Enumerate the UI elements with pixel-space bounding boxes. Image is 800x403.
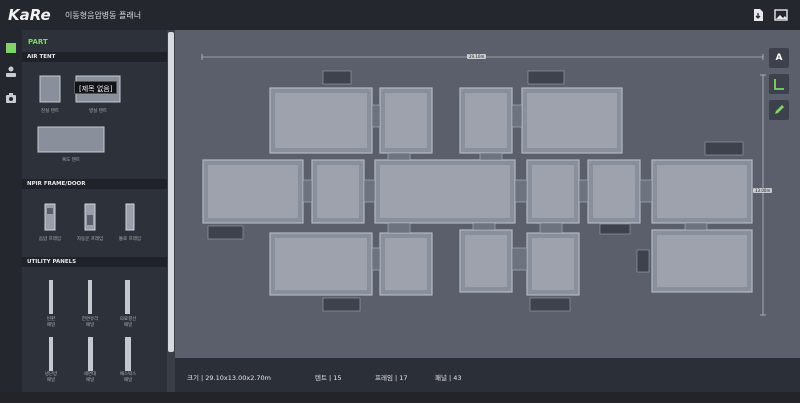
- panel-label: 패스박스 패널: [119, 372, 137, 383]
- scrollbar-thumb[interactable]: [168, 32, 174, 352]
- file-download-icon[interactable]: [750, 7, 766, 23]
- section-utility-panels: UTILITY PANELS: [22, 257, 167, 267]
- panel-item-glass[interactable]: [88, 280, 92, 314]
- panel-scrollbar[interactable]: [167, 30, 175, 392]
- size-stat: 크기 | 29.10x13.00x2.70m: [187, 374, 271, 382]
- equipment-unit: [599, 223, 631, 235]
- panel-label: 빈판 패널: [46, 317, 56, 328]
- frame-label: 통로 프레임: [118, 237, 142, 242]
- equipment-unit: [529, 297, 571, 312]
- part-square-icon[interactable]: [3, 40, 19, 56]
- equipment-unit: [322, 297, 361, 312]
- panel-item-hvac[interactable]: [49, 337, 53, 371]
- section-frame-door: NPIR FRAME/DOOR: [22, 179, 167, 189]
- bottom-strip: [0, 392, 800, 403]
- equipment-unit: [322, 70, 352, 85]
- panel-label: 전면유리 패널: [81, 317, 99, 328]
- floorplan-canvas[interactable]: 29.10m 13.00m: [175, 30, 800, 358]
- kare-logo: KaRe: [8, 7, 51, 23]
- pencil-icon[interactable]: [769, 100, 789, 120]
- panel-label: 의료결선 패널: [119, 317, 137, 328]
- panel-label: 세면대 패널: [83, 372, 97, 383]
- camera-icon[interactable]: [3, 90, 19, 106]
- left-icon-bar: [0, 30, 22, 403]
- frame-item-passage[interactable]: [125, 203, 135, 231]
- equipment-unit: [636, 249, 650, 273]
- part-panel: PART AIR TENT 진실 텐트 병실 텐트 복도 텐트 [제목 없음] …: [22, 30, 167, 392]
- panel-item-blank[interactable]: [49, 280, 53, 314]
- tooltip: [제목 없음]: [74, 81, 118, 94]
- tent-label: 복도 텐트: [62, 158, 80, 163]
- panel-label: 냉난방 패널: [44, 372, 58, 383]
- frame-label: 자동문 프레임: [76, 237, 104, 242]
- tent-label: 병실 텐트: [89, 109, 107, 114]
- tent-label: 진실 텐트: [41, 109, 59, 114]
- panel-item-passbox[interactable]: [125, 337, 131, 371]
- frame-item-autodoor[interactable]: [84, 203, 96, 231]
- tent-count: 텐트 | 15: [315, 374, 342, 382]
- panel-item-sink[interactable]: [88, 337, 93, 371]
- app-title: 이동형음압병동 플래너: [65, 11, 142, 20]
- tent-item-jinsil[interactable]: [39, 75, 61, 105]
- image-icon[interactable]: [773, 7, 789, 23]
- section-air-tent: AIR TENT: [22, 52, 167, 62]
- svg-text:KaRe: KaRe: [8, 7, 51, 23]
- panel-item-medical[interactable]: [125, 280, 130, 314]
- panel-title: PART: [28, 38, 48, 46]
- ruler-icon[interactable]: [769, 74, 789, 94]
- floorplan-drawing: [201, 54, 766, 316]
- frame-count: 프레임 | 17: [375, 374, 408, 382]
- tent-item-corridor[interactable]: [37, 126, 105, 154]
- panel-count: 패널 | 43: [435, 374, 462, 382]
- equipment-unit: [527, 70, 565, 85]
- people-icon[interactable]: [3, 64, 19, 80]
- width-dimension-label: 29.10m: [467, 54, 487, 59]
- text-tool-button[interactable]: A: [769, 48, 789, 68]
- equipment-unit: [207, 225, 244, 240]
- frame-label: 음압 프레임: [38, 237, 62, 242]
- top-bar: KaRe 이동형음압병동 플래너: [0, 0, 800, 30]
- status-bar: 크기 | 29.10x13.00x2.70m 텐트 | 15 프레임 | 17 …: [175, 358, 800, 392]
- equipment-unit: [704, 141, 744, 156]
- height-dimension-label: 13.00m: [753, 188, 773, 193]
- frame-item-negative[interactable]: [44, 203, 56, 231]
